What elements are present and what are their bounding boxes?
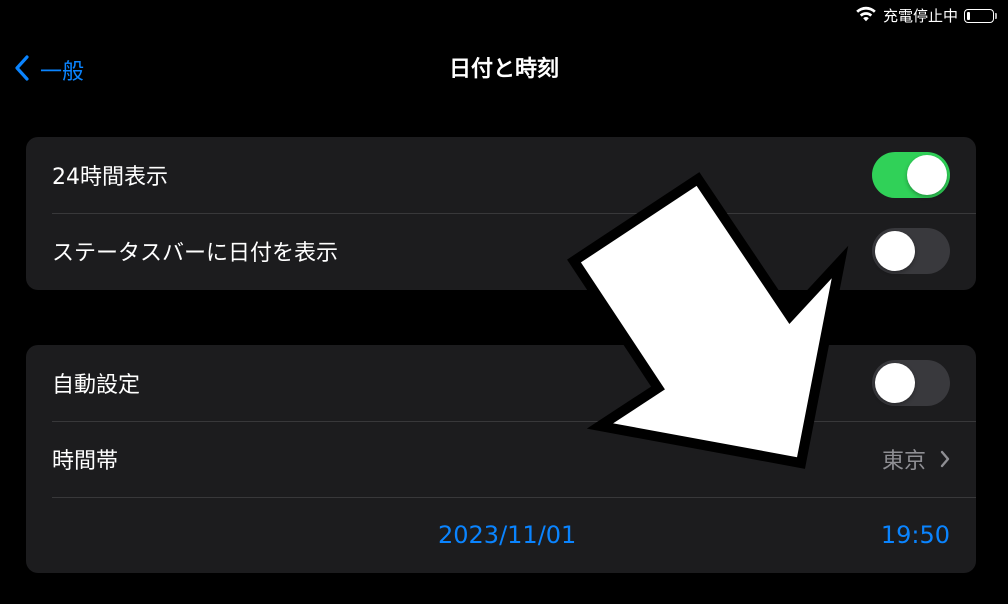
datetime-settings-group: 自動設定 時間帯 東京 2023/11/01 19:50 xyxy=(26,345,976,573)
status-bar: 充電停止中 xyxy=(855,4,998,28)
chevron-right-icon xyxy=(940,450,950,468)
row-time-zone[interactable]: 時間帯 東京 xyxy=(26,421,976,497)
toggle-knob xyxy=(875,363,915,403)
row-24-hour-time: 24時間表示 xyxy=(26,137,976,213)
time-zone-value: 東京 xyxy=(881,449,926,474)
display-settings-group: 24時間表示 ステータスバーに日付を表示 xyxy=(26,137,976,290)
battery-icon xyxy=(964,8,998,24)
row-set-automatically-label: 自動設定 xyxy=(52,373,141,398)
row-statusbar-date-label: ステータスバーに日付を表示 xyxy=(52,241,339,266)
row-24-hour-time-label: 24時間表示 xyxy=(52,165,168,190)
row-time-zone-label: 時間帯 xyxy=(52,449,119,474)
page-title: 日付と時刻 xyxy=(448,57,559,82)
toggle-set-automatically[interactable] xyxy=(872,360,950,406)
toggle-24-hour-time[interactable] xyxy=(872,152,950,198)
date-picker-button[interactable]: 2023/11/01 xyxy=(438,521,576,549)
row-statusbar-date: ステータスバーに日付を表示 xyxy=(26,213,976,289)
charging-status-text: 充電停止中 xyxy=(882,7,958,25)
row-set-automatically: 自動設定 xyxy=(26,345,976,421)
toggle-knob xyxy=(907,155,947,195)
time-picker-button[interactable]: 19:50 xyxy=(881,521,950,549)
wifi-icon xyxy=(855,6,877,26)
row-date-time: 2023/11/01 19:50 xyxy=(26,497,976,573)
toggle-knob xyxy=(875,231,915,271)
toggle-statusbar-date[interactable] xyxy=(872,228,950,274)
